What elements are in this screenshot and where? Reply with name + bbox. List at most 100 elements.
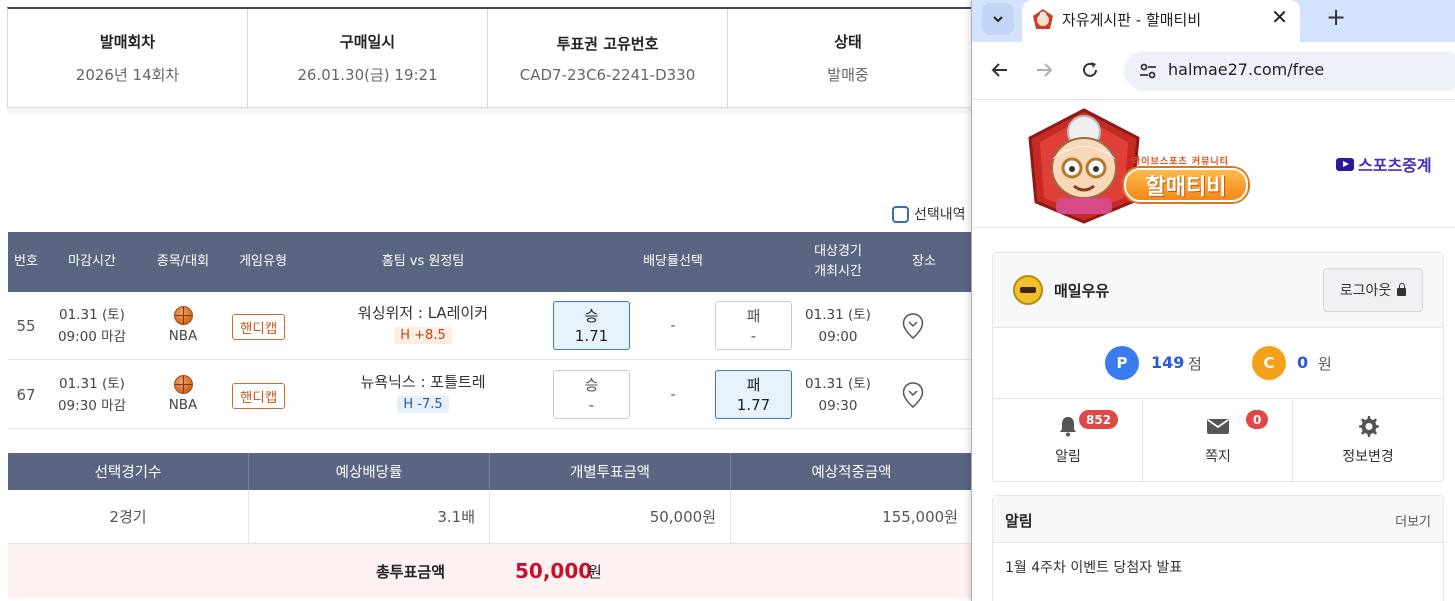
notice-panel: 알림 더보기 1월 4주차 이벤트 당첨자 발표	[992, 495, 1444, 601]
notice-header: 알림 더보기	[993, 496, 1443, 543]
col-teams: 홈팀 vs 원정팀	[381, 254, 465, 269]
draw-odds: -	[670, 387, 676, 403]
status-value: 발매중	[827, 66, 869, 84]
purchase-date-cell: 구매일시 26.01.30(금) 19:21	[248, 9, 488, 107]
new-tab-plus-icon[interactable]: +	[1326, 3, 1346, 31]
alarm-count-badge: 852	[1079, 410, 1119, 429]
url-text: halmae27.com/free	[1168, 60, 1325, 79]
deadline-date: 01.31 (토)	[59, 307, 125, 323]
summary-count: 2경기	[8, 490, 249, 543]
start-date: 01.31 (토)	[805, 307, 871, 323]
lose-odds-button[interactable]: 패 1.77	[715, 370, 792, 419]
user-name: 매일우유	[1054, 282, 1110, 300]
game-number: 55	[16, 317, 36, 335]
total-amount: 50,000	[515, 559, 593, 583]
forward-arrow-icon[interactable]	[1032, 58, 1056, 82]
total-unit: 원	[588, 562, 602, 581]
teams: 뉴욕닉스 : 포틀트레 H -7.5	[298, 371, 548, 413]
summary-payout: 155,000원	[882, 508, 958, 526]
selection-toggle[interactable]: 선택내역	[892, 204, 966, 224]
gear-icon	[1359, 416, 1379, 437]
lose-odds-value: 1.77	[736, 395, 771, 414]
deadline-time: 09:00 마감	[57, 329, 127, 345]
start-time: 01.31 (토) 09:30	[798, 373, 878, 417]
logo-title[interactable]: 할매티비	[1124, 168, 1248, 202]
status-cell: 상태 발매중	[728, 9, 968, 107]
notice-title: 알림	[1005, 512, 1033, 530]
team-names: 뉴욕닉스 : 포틀트레	[360, 373, 486, 391]
game-type-badge: 핸디캡	[232, 383, 286, 409]
close-icon[interactable]: ✕	[1271, 5, 1288, 29]
sport: NBA	[160, 306, 206, 344]
back-arrow-icon[interactable]	[988, 58, 1012, 82]
ticket-id-label: 투표권 고유번호	[556, 34, 659, 53]
points-unit: 점	[1188, 355, 1202, 373]
handicap-badge: H +8.5	[394, 327, 452, 344]
logout-label: 로그아웃	[1339, 283, 1392, 299]
sport: NBA	[160, 375, 206, 413]
divider	[7, 108, 972, 114]
halmae-mascot-logo[interactable]	[1028, 108, 1148, 224]
win-odds-button[interactable]: 승 1.71	[553, 301, 630, 350]
site-header: 라이브스포츠 커뮤니티 할매티비 스포츠중계	[972, 100, 1455, 228]
message-menu[interactable]: 0 쪽지	[1143, 400, 1293, 482]
round-value: 2026년 14회차	[75, 66, 180, 84]
address-bar[interactable]: halmae27.com/free	[1124, 51, 1455, 91]
win-odds-label: 승	[584, 375, 599, 394]
summary-col-payout: 예상적중금액	[811, 465, 892, 481]
col-start-line1: 대상경기	[814, 244, 862, 259]
play-icon	[1336, 157, 1354, 171]
round-cell: 발매회차 2026년 14회차	[8, 9, 248, 107]
summary-header: 선택경기수 예상배당률 개별투표금액 예상적중금액	[8, 453, 972, 490]
start-clock: 09:30	[818, 398, 858, 414]
col-type: 게임유형	[239, 254, 287, 269]
logout-button[interactable]: 로그아웃	[1323, 268, 1423, 312]
win-odds-button[interactable]: 승 -	[553, 370, 630, 419]
win-odds-label: 승	[584, 306, 599, 325]
user-panel: 매일우유 로그아웃 P 149 점 C 0 원 852 알림 0 쪽지 정보변경	[992, 252, 1444, 482]
tab-search-button[interactable]	[982, 3, 1014, 35]
location-pin-icon[interactable]	[902, 382, 924, 408]
browser-tab[interactable]: 자유게시판 - 할매티비 ✕	[1022, 0, 1300, 42]
lose-odds-button[interactable]: 패 -	[715, 301, 792, 350]
coins-unit: 원	[1318, 355, 1332, 373]
chevron-down-icon	[993, 16, 1003, 23]
game-number: 67	[16, 386, 36, 404]
game-type-badge: 핸디캡	[232, 314, 286, 340]
total-label: 총투표금액	[376, 562, 446, 581]
site-settings-icon[interactable]	[1138, 61, 1158, 81]
alarm-menu[interactable]: 852 알림	[993, 400, 1143, 482]
col-sport: 종목/대회	[156, 254, 210, 269]
summary-col-stake: 개별투표금액	[490, 453, 731, 490]
summary-row: 2경기 3.1배 50,000원 155,000원	[8, 490, 972, 544]
lose-odds-label: 패	[746, 306, 761, 325]
more-link[interactable]: 더보기	[1395, 511, 1431, 530]
purchase-info-table: 발매회차 2026년 14회차 구매일시 26.01.30(금) 19:21 투…	[7, 7, 972, 108]
settings-menu[interactable]: 정보변경	[1293, 400, 1443, 482]
ticket-id-value: CAD7-23C6-2241-D330	[519, 65, 696, 84]
col-venue: 장소	[912, 254, 936, 269]
selection-checkbox[interactable]	[892, 205, 909, 223]
sports-broadcast-link[interactable]: 스포츠중계	[1336, 152, 1432, 176]
ticket-id-cell: 투표권 고유번호 CAD7-23C6-2241-D330	[488, 9, 728, 107]
betting-slip-page: 발매회차 2026년 14회차 구매일시 26.01.30(금) 19:21 투…	[0, 0, 972, 601]
teams: 워싱위저 : LA레이커 H +8.5	[298, 302, 548, 344]
start-clock: 09:00	[818, 329, 858, 345]
purchase-date-label: 구매일시	[339, 33, 396, 51]
summary-col-count: 선택경기수	[8, 453, 249, 490]
col-num: 번호	[14, 254, 38, 269]
summary-col-odds: 예상배당률	[249, 453, 490, 490]
lock-icon	[1397, 283, 1407, 296]
notice-item[interactable]: 1월 4주차 이벤트 당첨자 발표	[1005, 557, 1182, 577]
coins-badge: C	[1252, 346, 1286, 380]
favicon-icon	[1033, 9, 1053, 29]
col-start-line2: 개최시간	[814, 264, 862, 279]
game-row: 55 01.31 (토) 09:00 마감 NBA 핸디캡 워싱위저 : LA레…	[8, 292, 972, 360]
location-pin-icon[interactable]	[902, 313, 924, 339]
user-menu: 852 알림 0 쪽지 정보변경	[993, 400, 1443, 482]
selection-toggle-label: 선택내역	[914, 207, 966, 223]
message-label: 쪽지	[1205, 449, 1231, 465]
basketball-icon	[173, 306, 193, 325]
reload-icon[interactable]	[1078, 58, 1102, 82]
basketball-icon	[173, 375, 193, 394]
